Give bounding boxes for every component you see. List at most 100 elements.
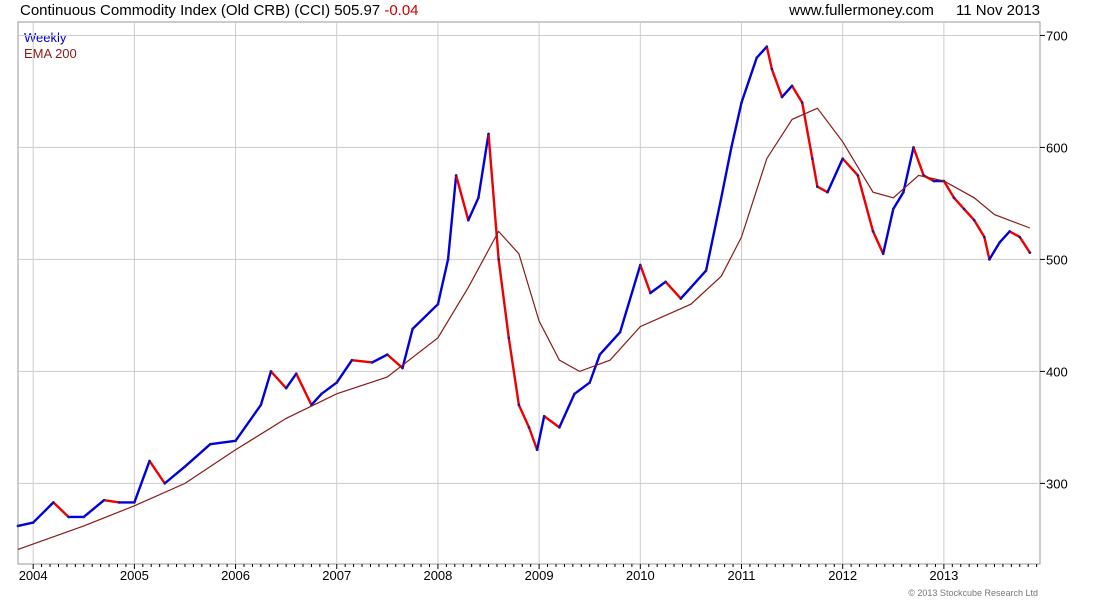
weekly-segment [284, 372, 298, 390]
weekly-segment [295, 372, 313, 407]
weekly-segment [962, 207, 976, 222]
weekly-point [649, 291, 652, 295]
weekly-point [535, 448, 539, 452]
weekly-point [436, 302, 440, 306]
x-tick-label: 2004 [19, 568, 48, 583]
weekly-point [704, 269, 708, 272]
weekly-segment [542, 414, 561, 429]
weekly-segment [411, 302, 440, 331]
weekly-point [826, 190, 829, 194]
weekly-point [507, 336, 511, 340]
weekly-segment [730, 101, 743, 149]
weekly-point [1008, 230, 1011, 233]
y-tick-label: 500 [1046, 252, 1068, 267]
weekly-point [133, 501, 136, 504]
weekly-segment [163, 465, 187, 485]
weekly-point [998, 241, 1001, 244]
weekly-segment [780, 84, 794, 99]
x-tick-label: 2006 [221, 568, 250, 583]
weekly-segment [454, 174, 470, 222]
weekly-segment [856, 174, 875, 233]
weekly-segment [535, 414, 546, 451]
weekly-point [952, 196, 956, 200]
weekly-point [719, 196, 723, 200]
weekly-segment [826, 157, 844, 194]
weekly-point [588, 381, 592, 384]
weekly-point [983, 235, 986, 239]
weekly-segment [679, 286, 693, 300]
weekly-point [790, 84, 794, 88]
weekly-point [871, 230, 875, 233]
weekly-point [755, 56, 758, 60]
weekly-segment [588, 353, 602, 384]
weekly-point [689, 286, 693, 289]
weekly-segment [1008, 230, 1021, 239]
weekly-point [183, 465, 187, 468]
weekly-segment [988, 241, 1001, 261]
weekly-point [82, 515, 86, 519]
weekly-segment [689, 269, 708, 289]
weekly-segment [401, 327, 414, 370]
weekly-point [1018, 235, 1022, 239]
weekly-point [148, 459, 151, 463]
weekly-segment [259, 370, 273, 407]
weekly-segment [649, 280, 667, 295]
weekly-point [988, 258, 991, 261]
weekly-point [466, 218, 470, 222]
weekly-segment [770, 67, 784, 99]
x-tick-label: 2013 [929, 568, 958, 583]
weekly-segment [841, 157, 860, 177]
weekly-point [811, 157, 814, 160]
weekly-segment [320, 381, 338, 395]
weekly-segment [1018, 235, 1032, 254]
weekly-segment [350, 358, 374, 364]
weekly-segment [639, 263, 652, 295]
weekly-segment [983, 235, 991, 261]
weekly-point [117, 501, 121, 504]
weekly-segment [133, 459, 151, 504]
weekly-segment [573, 381, 591, 395]
weekly-point [664, 280, 667, 284]
weekly-segment [467, 196, 480, 222]
weekly-point [527, 426, 531, 429]
weekly-segment [209, 439, 237, 446]
weekly-point [335, 381, 339, 384]
weekly-point [598, 353, 602, 356]
weekly-point [891, 207, 895, 211]
weekly-point [881, 252, 885, 256]
weekly-segment [973, 219, 986, 239]
x-tick-label: 2007 [322, 568, 351, 583]
weekly-segment [558, 392, 576, 429]
weekly-segment [881, 207, 895, 256]
weekly-point [163, 482, 167, 485]
weekly-point [370, 361, 374, 364]
weekly-point [102, 498, 106, 502]
weekly-point [284, 386, 288, 390]
y-tick-label: 400 [1046, 364, 1068, 379]
weekly-point [454, 174, 458, 177]
x-tick-label: 2010 [626, 568, 655, 583]
weekly-segment [902, 146, 915, 194]
weekly-point [639, 263, 642, 267]
weekly-point [972, 218, 976, 222]
weekly-segment [664, 280, 682, 300]
weekly-segment [598, 330, 622, 356]
weekly-point [234, 439, 237, 443]
weekly-point [816, 185, 819, 188]
weekly-segment [765, 45, 774, 71]
weekly-segment [527, 426, 539, 451]
weekly-segment [517, 403, 531, 429]
weekly-point [618, 330, 622, 334]
weekly-point [932, 179, 936, 183]
weekly-point [770, 67, 774, 71]
weekly-point [740, 101, 743, 104]
weekly-point [269, 370, 273, 373]
weekly-point [52, 501, 55, 504]
weekly-segment [183, 442, 212, 468]
x-tick-label: 2011 [728, 568, 756, 583]
weekly-point [67, 515, 70, 519]
weekly-segment [16, 521, 35, 528]
weekly-point [497, 258, 500, 261]
weekly-segment [234, 403, 263, 443]
weekly-segment [912, 146, 925, 177]
